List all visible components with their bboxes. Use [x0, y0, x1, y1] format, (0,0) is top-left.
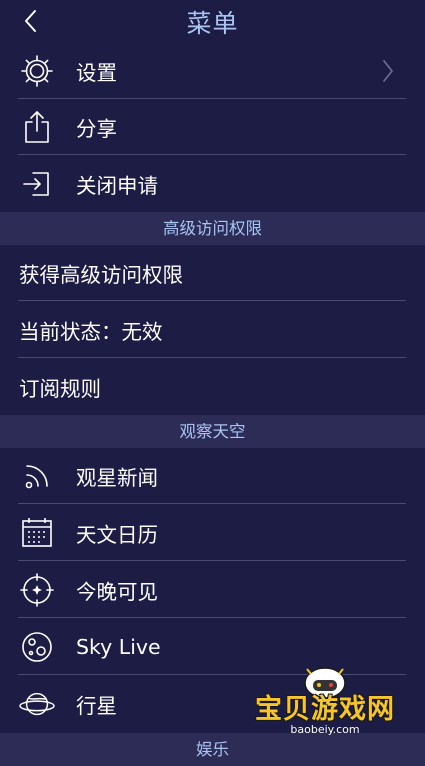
divider: [18, 357, 406, 358]
menu-item-label: 天文日历: [76, 523, 158, 547]
menu-item-label: 行星: [76, 694, 117, 718]
menu-item-close-app[interactable]: 关闭申请: [0, 156, 425, 212]
menu-item-visible-tonight[interactable]: 今晚可见: [0, 562, 425, 618]
exit-icon: [19, 166, 55, 202]
chevron-right-icon: [383, 60, 393, 82]
planet-icon: [19, 686, 55, 722]
nav-header: 菜单: [0, 0, 425, 42]
watermark-text: 宝贝游戏网: [255, 694, 395, 725]
menu-item-label: 获得高级访问权限: [19, 263, 183, 287]
section-header-premium: 高级访问权限: [0, 212, 425, 245]
rss-icon: [19, 458, 55, 494]
menu-item-label: Sky Live: [76, 635, 161, 659]
calendar-icon: [19, 515, 55, 551]
menu-item-label: 观星新闻: [76, 466, 158, 490]
menu-item-settings[interactable]: 设置: [0, 43, 425, 99]
divider: [18, 503, 406, 504]
menu-item-astro-calendar[interactable]: 天文日历: [0, 505, 425, 561]
menu-item-subscription-rules[interactable]: 订阅规则: [0, 359, 425, 415]
menu-item-label: 关闭申请: [76, 174, 158, 198]
divider: [18, 560, 406, 561]
divider: [18, 300, 406, 301]
compass-icon: [19, 572, 55, 608]
divider: [18, 154, 406, 155]
moon-icon: [19, 629, 55, 665]
page-title: 菜单: [186, 9, 239, 38]
gear-icon: [19, 53, 55, 89]
menu-item-label: 设置: [76, 61, 117, 85]
watermark-logo: 宝贝游戏网 baobeiy.com: [255, 661, 395, 743]
share-icon: [19, 109, 55, 145]
menu-item-get-premium[interactable]: 获得高级访问权限: [0, 245, 425, 301]
menu-item-label: 今晚可见: [76, 580, 158, 604]
menu-item-share[interactable]: 分享: [0, 99, 425, 155]
section-header-sky: 观察天空: [0, 415, 425, 448]
menu-item-current-status[interactable]: 当前状态：无效: [0, 302, 425, 358]
menu-item-label: 分享: [76, 117, 117, 141]
watermark-url: baobeiy.com: [290, 723, 360, 736]
divider: [18, 617, 406, 618]
menu-item-label: 订阅规则: [19, 377, 101, 401]
menu-item-label: 当前状态：无效: [19, 320, 163, 344]
menu-item-stargazing-news[interactable]: 观星新闻: [0, 448, 425, 504]
